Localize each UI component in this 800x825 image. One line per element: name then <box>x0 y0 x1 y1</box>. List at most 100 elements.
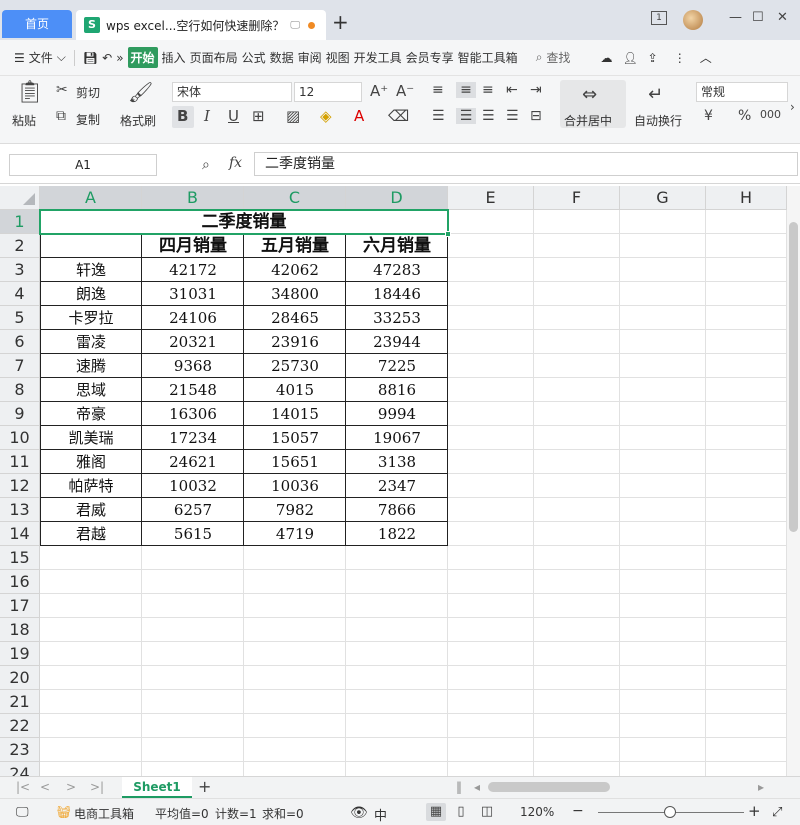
more-chevron-icon[interactable]: » <box>116 51 123 65</box>
italic-icon[interactable]: I <box>204 107 210 125</box>
column-header[interactable]: C <box>244 186 346 210</box>
model-name-cell[interactable]: 君越 <box>40 522 142 546</box>
screen-icon[interactable]: 🖵 <box>16 805 29 820</box>
align-bottom-icon[interactable]: ≡ <box>482 82 494 98</box>
sales-value-cell[interactable]: 19067 <box>346 426 448 450</box>
wrap-text-icon[interactable]: ↵ <box>648 84 663 105</box>
font-color-icon[interactable]: A <box>354 107 364 125</box>
menu-tab-insert[interactable]: 插入 <box>162 49 186 66</box>
sales-value-cell[interactable]: 10036 <box>244 474 346 498</box>
page-break-view-icon[interactable]: ◫ <box>477 803 497 821</box>
model-name-cell[interactable]: 帕萨特 <box>40 474 142 498</box>
menu-tab-home[interactable]: 开始 <box>127 47 158 68</box>
close-button[interactable]: ✕ <box>777 10 788 25</box>
user-add-icon[interactable]: 👤︎ <box>622 51 637 65</box>
model-name-cell[interactable]: 思域 <box>40 378 142 402</box>
sales-value-cell[interactable]: 25730 <box>244 354 346 378</box>
borders-icon[interactable]: ⊞ <box>252 107 265 125</box>
merge-cells-icon[interactable]: ⇔ <box>582 84 597 105</box>
sales-value-cell[interactable]: 1822 <box>346 522 448 546</box>
cell-pattern-icon[interactable]: ▨ <box>286 107 300 125</box>
sales-value-cell[interactable]: 28465 <box>244 306 346 330</box>
paste-icon[interactable]: 📋︎ <box>16 80 44 105</box>
more-options-icon[interactable]: ⋮ <box>674 51 686 65</box>
sales-value-cell[interactable]: 2347 <box>346 474 448 498</box>
row-header[interactable]: 22 <box>0 714 40 738</box>
next-sheet-icon[interactable]: > <box>66 780 76 794</box>
model-name-cell[interactable]: 君威 <box>40 498 142 522</box>
hamburger-menu-icon[interactable]: ☰ <box>14 51 25 65</box>
model-name-cell[interactable]: 雅阁 <box>40 450 142 474</box>
menu-tab-view[interactable]: 视图 <box>326 49 350 66</box>
align-middle-icon[interactable]: ≡ <box>456 82 476 98</box>
bold-icon[interactable]: B <box>177 107 188 125</box>
sales-value-cell[interactable]: 4719 <box>244 522 346 546</box>
sales-value-cell[interactable]: 24621 <box>142 450 244 474</box>
percent-icon[interactable]: % <box>738 108 751 124</box>
row-header[interactable]: 3 <box>0 258 40 282</box>
distribute-icon[interactable]: ⊟ <box>530 108 542 124</box>
scissors-icon[interactable]: ✂ <box>56 82 68 98</box>
row-header[interactable]: 10 <box>0 426 40 450</box>
ecommerce-toolbox-button[interactable]: 电商工具箱 <box>74 805 134 822</box>
column-header[interactable]: E <box>448 186 534 210</box>
sales-value-cell[interactable]: 16306 <box>142 402 244 426</box>
column-title-cell[interactable] <box>40 234 142 258</box>
column-header[interactable]: A <box>40 186 142 210</box>
copy-button[interactable]: 复制 <box>76 111 100 128</box>
sales-value-cell[interactable]: 21548 <box>142 378 244 402</box>
add-sheet-button[interactable]: + <box>198 777 211 796</box>
thousands-separator-icon[interactable]: 000 <box>760 108 781 121</box>
sales-value-cell[interactable]: 23944 <box>346 330 448 354</box>
scroll-right-icon[interactable]: ▸ <box>758 780 764 794</box>
row-header[interactable]: 17 <box>0 594 40 618</box>
sales-value-cell[interactable]: 7866 <box>346 498 448 522</box>
menu-tab-smart-tools[interactable]: 智能工具箱 <box>458 49 518 66</box>
sales-value-cell[interactable]: 10032 <box>142 474 244 498</box>
sales-value-cell[interactable]: 31031 <box>142 282 244 306</box>
sales-value-cell[interactable]: 20321 <box>142 330 244 354</box>
row-header[interactable]: 19 <box>0 642 40 666</box>
align-center-icon[interactable]: ☰ <box>456 108 476 124</box>
maximize-button[interactable]: ☐ <box>752 10 764 25</box>
fullscreen-icon[interactable]: ⤢ <box>772 805 782 820</box>
row-header[interactable]: 6 <box>0 330 40 354</box>
model-name-cell[interactable]: 帝豪 <box>40 402 142 426</box>
vertical-scrollbar[interactable] <box>787 186 800 776</box>
sales-value-cell[interactable]: 18446 <box>346 282 448 306</box>
indent-increase-icon[interactable]: ⇥ <box>530 82 542 98</box>
row-header[interactable]: 23 <box>0 738 40 762</box>
sales-value-cell[interactable]: 9994 <box>346 402 448 426</box>
sales-value-cell[interactable]: 23916 <box>244 330 346 354</box>
sales-value-cell[interactable]: 47283 <box>346 258 448 282</box>
input-method-icon[interactable]: 中 <box>374 805 387 824</box>
row-header[interactable]: 1 <box>0 210 40 234</box>
undo-icon[interactable]: ↶ <box>102 51 112 65</box>
save-icon[interactable]: 💾︎ <box>83 51 98 65</box>
underline-icon[interactable]: U <box>228 107 239 125</box>
menu-tab-developer[interactable]: 开发工具 <box>354 49 402 66</box>
avatar[interactable] <box>683 10 703 30</box>
collapse-ribbon-icon[interactable]: ︿ <box>700 49 712 66</box>
row-header[interactable]: 13 <box>0 498 40 522</box>
row-header[interactable]: 12 <box>0 474 40 498</box>
cloud-icon[interactable]: ☁ <box>600 51 612 65</box>
row-header[interactable]: 7 <box>0 354 40 378</box>
row-header[interactable]: 2 <box>0 234 40 258</box>
font-name-select[interactable]: 宋体 <box>172 82 292 102</box>
column-header[interactable]: H <box>706 186 787 210</box>
new-tab-button[interactable]: + <box>332 10 349 34</box>
decrease-font-icon[interactable]: A⁻ <box>396 82 414 100</box>
sales-value-cell[interactable]: 34800 <box>244 282 346 306</box>
sales-value-cell[interactable]: 8816 <box>346 378 448 402</box>
row-header[interactable]: 11 <box>0 450 40 474</box>
select-all-corner[interactable] <box>0 186 40 210</box>
align-left-icon[interactable]: ☰ <box>432 108 445 124</box>
zoom-out-button[interactable]: − <box>572 803 584 819</box>
sales-value-cell[interactable]: 4015 <box>244 378 346 402</box>
sales-value-cell[interactable]: 33253 <box>346 306 448 330</box>
formula-input[interactable]: 二季度销量 <box>254 152 798 176</box>
cut-button[interactable]: 剪切 <box>76 84 100 101</box>
wrap-text-button[interactable]: 自动换行 <box>634 112 682 129</box>
vertical-scroll-thumb[interactable] <box>789 222 798 532</box>
